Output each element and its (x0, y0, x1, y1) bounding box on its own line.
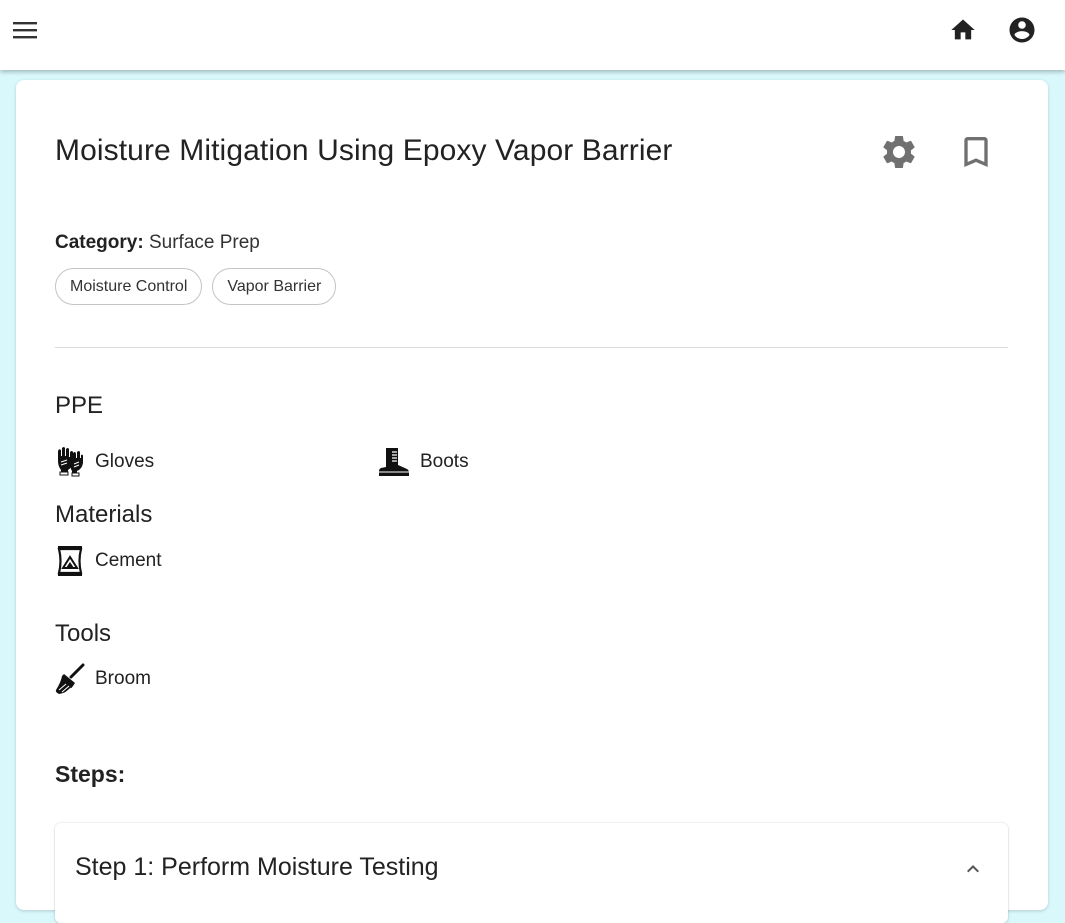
steps-heading: Steps: (55, 761, 126, 787)
broom-icon (55, 663, 85, 694)
materials-item-cement: Cement (55, 545, 162, 577)
guide-card: Moisture Mitigation Using Epoxy Vapor Ba… (16, 80, 1048, 923)
materials-item-label: Cement (95, 550, 162, 571)
bookmark-button[interactable] (956, 131, 996, 173)
tools-heading: Tools (55, 620, 112, 647)
category-label: Category: (55, 232, 144, 253)
divider (55, 347, 1008, 348)
category-value: Surface Prep (148, 232, 260, 253)
ppe-item-label: Gloves (95, 451, 155, 472)
menu-button[interactable] (8, 14, 42, 46)
boot-icon (379, 448, 409, 476)
bookmark-outline-icon (964, 137, 988, 167)
chevron-up-icon[interactable] (961, 857, 985, 881)
cement-bag-icon (57, 546, 83, 576)
materials-heading: Materials (55, 501, 153, 528)
ppe-item-boots: Boots (378, 446, 469, 478)
page-title: Moisture Mitigation Using Epoxy Vapor Ba… (55, 134, 673, 167)
account-button[interactable] (1005, 13, 1039, 47)
account-circle-icon (1009, 17, 1035, 43)
step-panel-1[interactable]: Step 1: Perform Moisture Testing (55, 823, 1008, 923)
step-title: Step 1: Perform Moisture Testing (75, 853, 439, 881)
home-icon (951, 19, 975, 40)
tag-chip-moisture-control[interactable]: Moisture Control (55, 268, 203, 305)
category: Category: Surface Prep (55, 232, 260, 254)
gloves-icon (58, 447, 83, 477)
tag-chip-vapor-barrier[interactable]: Vapor Barrier (212, 268, 337, 305)
tools-item-label: Broom (95, 668, 151, 689)
tools-item-broom: Broom (55, 663, 151, 695)
home-button[interactable] (946, 13, 980, 47)
ppe-heading: PPE (55, 392, 104, 419)
settings-button[interactable] (878, 131, 920, 173)
ppe-item-label: Boots (420, 451, 469, 472)
ppe-item-gloves: Gloves (55, 446, 154, 478)
menu-icon (13, 22, 37, 39)
tag-list: Moisture Control Vapor Barrier (55, 268, 337, 305)
top-app-bar (0, 0, 1065, 70)
gear-icon (883, 136, 915, 168)
